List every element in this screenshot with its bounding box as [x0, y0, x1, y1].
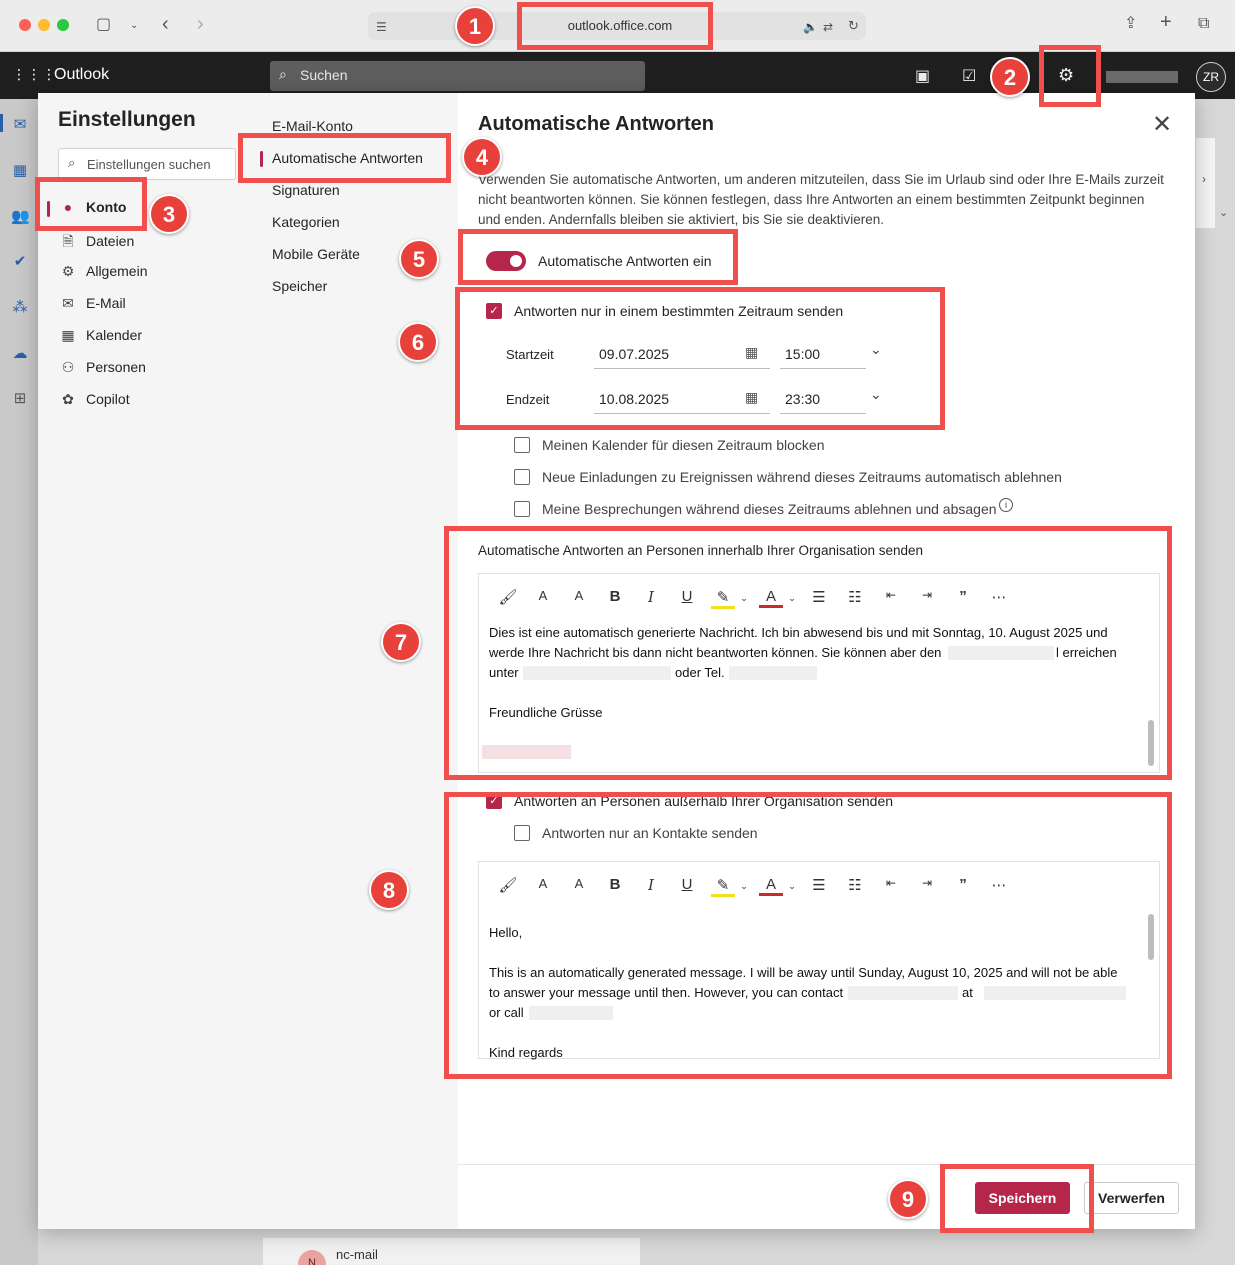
nav-item-label: Copilot — [86, 391, 130, 407]
nav-item-label: Dateien — [86, 233, 135, 249]
decline-invites-label: Neue Einladungen zu Ereignissen während … — [542, 469, 1062, 485]
nav-item-personen[interactable]: ⚇ Personen — [58, 359, 146, 381]
close-icon[interactable]: ✕ — [1152, 110, 1172, 139]
panel-title: Automatische Antworten — [478, 113, 714, 135]
annotation-badge-7: 7 — [381, 622, 421, 662]
avatar[interactable]: ZR — [1196, 62, 1226, 92]
mail-rail-icon[interactable]: ✉ — [11, 115, 29, 133]
calendar-icon: ▦ — [61, 327, 75, 343]
onedrive-rail-icon[interactable]: ☁ — [11, 344, 29, 362]
mail-list-item[interactable]: N nc-mail — [263, 1238, 640, 1265]
cancel-meetings-label: Meine Besprechungen während dieses Zeitr… — [542, 501, 997, 517]
app-rail — [0, 99, 38, 1265]
chevron-down-icon[interactable]: ⌄ — [130, 18, 138, 34]
nav-item-label: E-Mail — [86, 295, 126, 311]
nav-item-copilot[interactable]: ✿ Copilot — [58, 391, 130, 413]
subnav-speicher[interactable]: Speicher — [272, 278, 327, 294]
close-window-button[interactable] — [19, 19, 31, 31]
chevron-down-icon[interactable]: ⌄ — [1219, 206, 1228, 219]
forward-icon[interactable]: › — [197, 14, 204, 34]
block-calendar-label: Meinen Kalender für diesen Zeitraum bloc… — [542, 437, 825, 453]
new-tab-icon[interactable]: + — [1160, 12, 1172, 32]
discard-button[interactable]: Verwerfen — [1084, 1182, 1179, 1214]
user-name-redacted — [1106, 71, 1178, 83]
todo-rail-icon[interactable]: ✔ — [11, 252, 29, 270]
annotation-badge-9: 9 — [888, 1179, 928, 1219]
nav-item-label: Allgemein — [86, 263, 148, 279]
sender-name: nc-mail — [336, 1247, 378, 1262]
annotation-box-auto-replies — [238, 133, 451, 183]
annotation-badge-5: 5 — [399, 239, 439, 279]
share-icon[interactable]: ⇪ — [1124, 16, 1137, 32]
people-rail-icon[interactable]: 👥 — [11, 207, 30, 225]
annotation-box-toggle — [458, 229, 738, 285]
chevron-right-icon[interactable]: › — [1202, 172, 1206, 186]
annotation-badge-1: 1 — [455, 6, 495, 46]
reload-icon[interactable]: ↻ — [848, 18, 859, 34]
annotation-badge-6: 6 — [398, 322, 438, 362]
speaker-icon[interactable]: 🔈 — [803, 19, 818, 35]
people-icon: ⚇ — [61, 359, 75, 375]
nav-item-email[interactable]: ✉ E-Mail — [58, 295, 126, 317]
zoom-window-button[interactable] — [57, 19, 69, 31]
panel-description: Verwenden Sie automatische Antworten, um… — [478, 172, 1164, 227]
nav-item-dateien[interactable]: 🗎 Dateien — [58, 231, 134, 253]
file-icon: 🗎 — [62, 233, 74, 249]
settings-title: Einstellungen — [58, 108, 196, 131]
nav-item-label: Personen — [86, 359, 146, 375]
onenote-icon[interactable]: ▣ — [915, 66, 930, 86]
search-icon: ⌕ — [279, 66, 287, 82]
rail-selection-indicator — [0, 114, 3, 132]
calendar-rail-icon[interactable]: ▦ — [11, 161, 29, 179]
subnav-signaturen[interactable]: Signaturen — [272, 182, 340, 198]
gear-icon: ⚙ — [61, 263, 75, 279]
annotation-box-konto — [35, 177, 147, 231]
nav-item-label: Kalender — [86, 327, 143, 343]
app-title[interactable]: Outlook — [54, 66, 109, 84]
app-launcher-icon[interactable]: ⋮⋮⋮ — [12, 66, 57, 83]
annotation-box-internal — [444, 526, 1172, 780]
subnav-kategorien[interactable]: Kategorien — [272, 214, 340, 230]
settings-search-input[interactable]: ⌕ Einstellungen suchen — [58, 148, 236, 180]
annotation-box-url — [517, 2, 713, 50]
sender-avatar: N — [298, 1250, 326, 1265]
search-placeholder: Suchen — [300, 67, 348, 83]
org-rail-icon[interactable]: ⁂ — [11, 298, 29, 316]
annotation-box-settings — [1039, 45, 1101, 107]
search-input[interactable]: ⌕ Suchen — [270, 61, 645, 91]
my-day-icon[interactable]: ☑ — [962, 66, 976, 86]
info-icon[interactable]: i — [999, 498, 1013, 512]
decline-invites-checkbox[interactable] — [514, 469, 530, 485]
subnav-email-konto[interactable]: E-Mail-Konto — [272, 118, 353, 134]
search-icon: ⌕ — [68, 155, 76, 170]
minimize-window-button[interactable] — [38, 19, 50, 31]
more-apps-rail-icon[interactable]: ⊞ — [11, 389, 29, 407]
nav-item-allgemein[interactable]: ⚙ Allgemein — [58, 263, 148, 285]
annotation-badge-8: 8 — [369, 870, 409, 910]
annotation-box-external — [444, 792, 1172, 1079]
page-menu-icon[interactable]: ☰ — [376, 19, 387, 35]
annotation-badge-3: 3 — [149, 194, 189, 234]
translate-icon[interactable]: ⇄ — [823, 19, 833, 35]
mail-icon: ✉ — [62, 295, 74, 311]
tabs-overview-icon[interactable]: ⧉ — [1198, 16, 1209, 32]
block-calendar-checkbox[interactable] — [514, 437, 530, 453]
annotation-box-save — [940, 1164, 1094, 1233]
settings-search-placeholder: Einstellungen suchen — [87, 157, 211, 172]
cancel-meetings-checkbox[interactable] — [514, 501, 530, 517]
back-icon[interactable]: ‹ — [162, 14, 169, 34]
sidebar-toggle-icon[interactable]: ▢ — [96, 17, 111, 33]
annotation-badge-2: 2 — [990, 57, 1030, 97]
copilot-icon: ✿ — [62, 391, 74, 407]
subnav-mobile-geraete[interactable]: Mobile Geräte — [272, 246, 360, 262]
annotation-badge-4: 4 — [462, 137, 502, 177]
annotation-box-timeframe — [455, 287, 945, 430]
nav-item-kalender[interactable]: ▦ Kalender — [58, 327, 142, 349]
